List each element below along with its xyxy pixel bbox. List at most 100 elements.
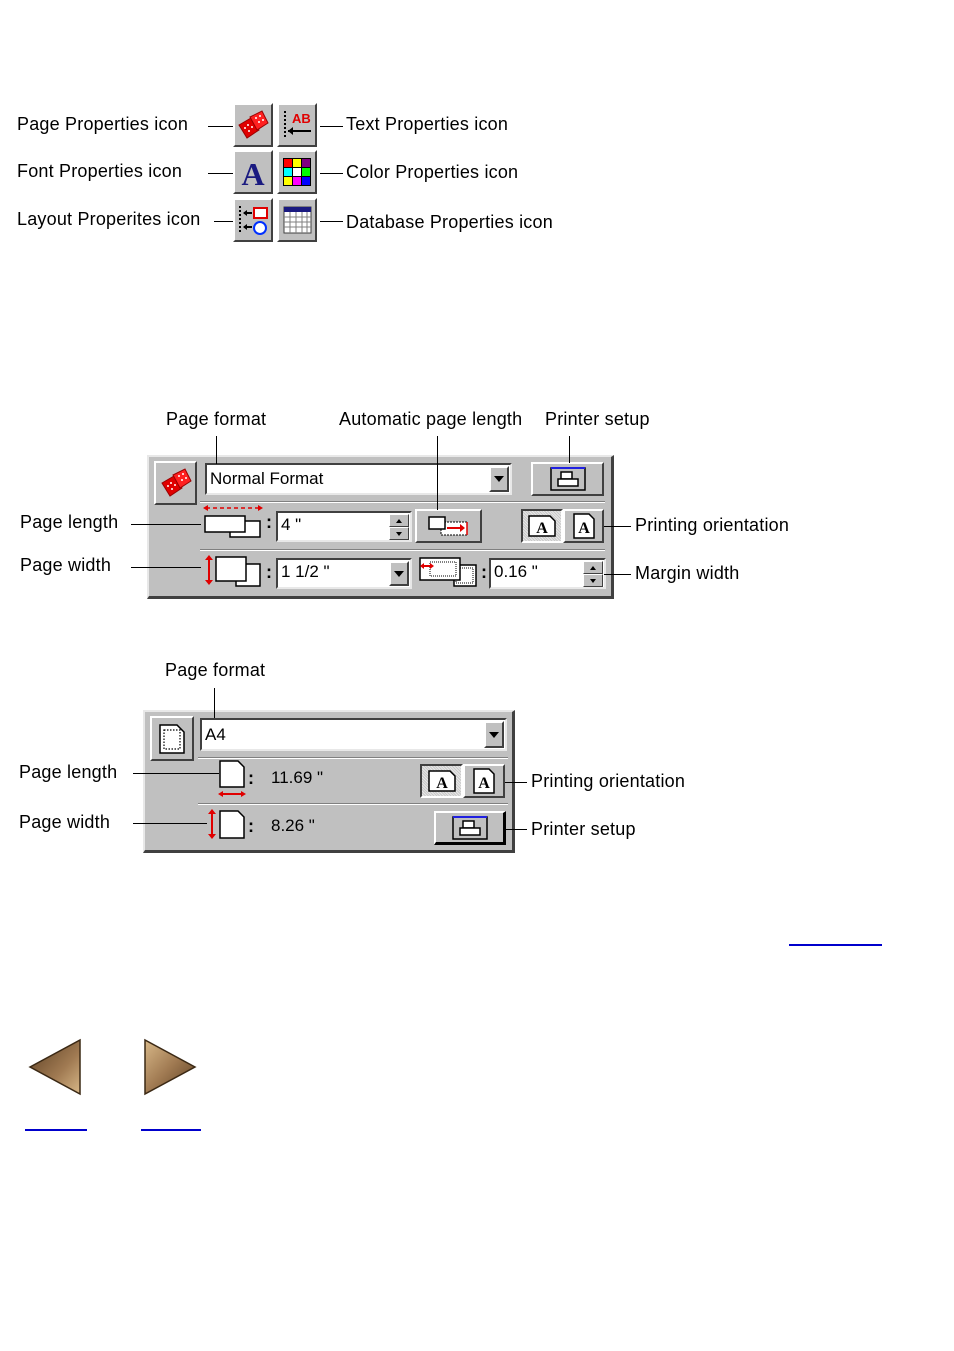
page-properties-button[interactable]: [233, 103, 273, 147]
next-page-button[interactable]: [141, 1037, 197, 1097]
color-swatch: [284, 168, 292, 176]
svg-text:A: A: [241, 156, 264, 189]
color-swatch: [293, 159, 301, 167]
arrow-right-icon: [144, 1038, 197, 1096]
callout-line: [569, 436, 570, 463]
divider: [200, 501, 605, 503]
callout-line: [320, 126, 343, 127]
chevron-down-icon: [494, 476, 504, 482]
text-properties-label: Text Properties icon: [346, 114, 509, 134]
margin-width-input[interactable]: 0.16 ": [489, 558, 606, 589]
printer-setup-button[interactable]: [434, 811, 506, 845]
color-properties-icon: [283, 158, 311, 186]
orientation-portrait-button[interactable]: A: [563, 509, 604, 543]
spin-down-button[interactable]: [583, 574, 603, 587]
page-properties-button[interactable]: [150, 716, 194, 761]
colon: :: [248, 768, 254, 788]
callout-printer-setup: Printer setup: [545, 409, 650, 429]
page-format-dropdown[interactable]: Normal Format: [205, 463, 512, 495]
database-properties-button[interactable]: [277, 198, 317, 242]
page-width-icon: [208, 809, 245, 839]
page-width-icon: [205, 555, 261, 587]
margin-width-icon: [419, 557, 477, 587]
color-properties-button[interactable]: [277, 150, 317, 194]
divider: [198, 757, 508, 759]
page-icon: [159, 723, 185, 754]
database-properties-label: Database Properties icon: [346, 212, 553, 232]
landscape-orientation-icon: A: [427, 770, 456, 792]
callout-printer-setup: Printer setup: [531, 819, 636, 839]
dropdown-button[interactable]: [484, 721, 504, 748]
svg-text:A: A: [536, 520, 548, 537]
callout-line: [131, 567, 201, 568]
svg-text:A: A: [436, 775, 448, 792]
callout-line: [505, 782, 527, 783]
printer-setup-button[interactable]: [531, 462, 604, 496]
page-properties-button[interactable]: [154, 461, 197, 505]
prev-page-button[interactable]: [28, 1037, 84, 1097]
page-length-icon: [218, 760, 246, 797]
colon: :: [248, 816, 254, 836]
callout-line: [604, 574, 631, 575]
orientation-landscape-button[interactable]: A: [420, 764, 463, 798]
orientation-portrait-button[interactable]: A: [463, 764, 505, 798]
callout-line: [133, 823, 207, 824]
spin-up-button[interactable]: [583, 561, 603, 574]
layout-properties-button[interactable]: [233, 198, 273, 242]
font-properties-icon: A: [241, 156, 264, 189]
margin-width-value: 0.16 ": [494, 562, 538, 581]
dropdown-button[interactable]: [389, 561, 409, 586]
callout-line: [320, 173, 343, 174]
page-format-dropdown[interactable]: A4: [200, 718, 507, 751]
font-properties-button[interactable]: A: [233, 150, 273, 194]
page-length-input[interactable]: 4 ": [276, 511, 412, 542]
printer-icon: [451, 815, 488, 840]
prev-link[interactable]: [25, 1129, 87, 1131]
chevron-down-icon: [394, 570, 404, 577]
spin-up-button[interactable]: [389, 514, 409, 527]
page-properties-icon: [238, 110, 269, 139]
arrow-up-icon: [590, 565, 596, 570]
svg-text:A: A: [478, 775, 490, 792]
color-swatch: [284, 177, 292, 185]
callout-line: [133, 773, 219, 774]
auto-page-length-icon: [427, 516, 468, 536]
orientation-landscape-button[interactable]: A: [521, 509, 563, 543]
link[interactable]: [789, 944, 882, 946]
page-length-value: 11.69 ": [271, 768, 324, 787]
callout-page-length: Page length: [20, 512, 119, 532]
portrait-orientation-icon: A: [572, 513, 595, 539]
arrow-left-icon: [28, 1038, 81, 1096]
next-link[interactable]: [141, 1129, 201, 1131]
callout-page-length: Page length: [19, 762, 118, 782]
callout-line: [604, 526, 631, 527]
spin-down-button[interactable]: [389, 527, 409, 540]
callout-line: [214, 688, 215, 718]
color-swatch: [293, 168, 301, 176]
divider: [198, 803, 508, 805]
page-width-value: 1 1/2 ": [281, 562, 330, 581]
callout-line: [214, 221, 233, 222]
arrow-down-icon: [396, 531, 402, 536]
callout-line: [216, 436, 217, 464]
arrow-up-icon: [396, 518, 402, 523]
color-swatch: [284, 159, 292, 167]
text-properties-button[interactable]: AB: [277, 103, 317, 147]
color-properties-label: Color Properties icon: [346, 162, 519, 182]
automatic-page-length-button[interactable]: [415, 509, 482, 543]
page-format-value: A4: [205, 725, 226, 744]
color-swatch: [302, 177, 310, 185]
callout-line: [506, 829, 527, 830]
dropdown-button[interactable]: [489, 466, 509, 492]
page-width-dropdown[interactable]: 1 1/2 ": [276, 558, 412, 589]
color-swatch: [302, 168, 310, 176]
arrow-down-icon: [590, 578, 596, 583]
printer-icon: [549, 467, 586, 491]
page-width-value: 8.26 ": [271, 816, 315, 835]
callout-page-format: Page format: [166, 409, 267, 429]
callout-page-width: Page width: [20, 555, 112, 575]
callout-margin-width: Margin width: [635, 563, 740, 583]
callout-line: [437, 436, 438, 510]
layout-properties-label: Layout Properites icon: [17, 209, 201, 229]
divider: [200, 549, 605, 551]
